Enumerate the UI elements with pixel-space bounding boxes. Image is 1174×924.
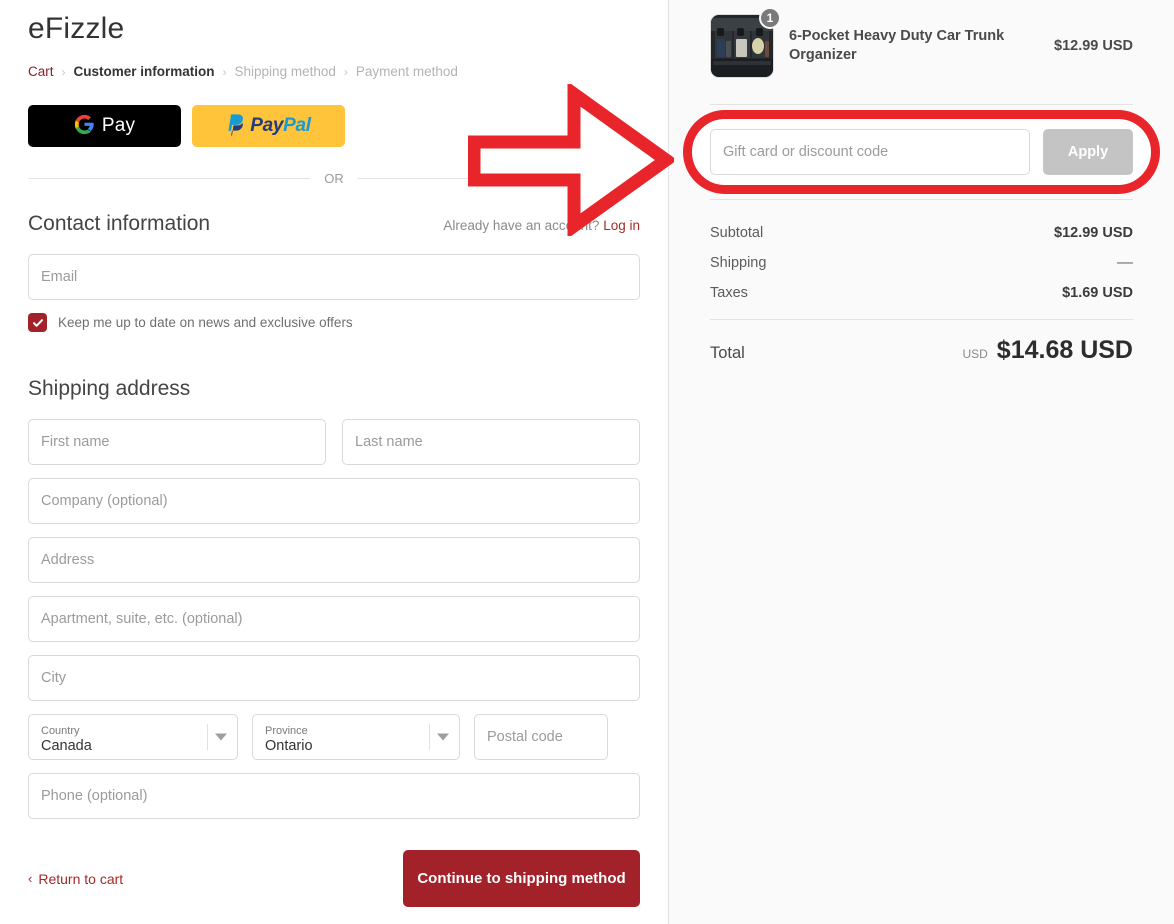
taxes-label: Taxes: [710, 285, 748, 301]
continue-to-shipping-button[interactable]: Continue to shipping method: [403, 850, 640, 907]
discount-row: Apply: [710, 129, 1133, 175]
breadcrumb-separator-icon: ›: [61, 64, 66, 79]
shipping-value: —: [1117, 254, 1133, 271]
shipping-label: Shipping: [710, 255, 767, 271]
postal-code-input[interactable]: [474, 714, 608, 760]
paypal-button[interactable]: PayPal: [192, 105, 345, 147]
email-input[interactable]: [28, 254, 640, 300]
breadcrumb-item-payment-method: Payment method: [355, 64, 458, 79]
address-input[interactable]: [28, 537, 640, 583]
select-divider: [429, 724, 430, 750]
city-row: [28, 655, 640, 701]
grand-total-label: Total: [710, 344, 745, 362]
country-province-postal-row: Country Canada Province Ontario: [28, 714, 640, 760]
last-name-input[interactable]: [342, 419, 640, 465]
grand-total-value: $14.68 USD: [996, 336, 1133, 364]
google-g-icon: [74, 114, 95, 138]
subtotal-label: Subtotal: [710, 225, 764, 241]
apartment-row: [28, 596, 640, 642]
product-title: 6-Pocket Heavy Duty Car Trunk Organizer: [789, 28, 1005, 63]
discount-code-input[interactable]: [710, 129, 1030, 175]
newsletter-checkbox-row[interactable]: Keep me up to date on news and exclusive…: [28, 313, 640, 332]
return-to-cart-link[interactable]: ‹ Return to cart: [28, 871, 123, 887]
grand-total-amount: USD $14.68 USD: [962, 336, 1133, 365]
grand-total-row: Total USD $14.68 USD: [710, 336, 1133, 365]
or-divider: OR: [28, 171, 640, 186]
summary-divider: [710, 104, 1133, 105]
shipping-address-title: Shipping address: [28, 377, 191, 400]
apartment-input[interactable]: [28, 596, 640, 642]
address-row: [28, 537, 640, 583]
paypal-pal-text: Pal: [283, 115, 311, 136]
breadcrumb-separator-icon: ›: [343, 64, 348, 79]
google-pay-button[interactable]: Pay: [28, 105, 181, 147]
country-select[interactable]: Country Canada: [28, 714, 238, 760]
country-select-value: Canada: [41, 737, 92, 754]
name-row: [28, 419, 640, 465]
divider-line-right: [357, 178, 640, 179]
divider-line-left: [28, 178, 311, 179]
totals-section: Subtotal $12.99 USD Shipping — Taxes $1.…: [710, 225, 1133, 365]
paypal-pay-text: Pay: [250, 115, 284, 136]
grand-total-currency: USD: [962, 347, 988, 361]
order-summary-panel: 1 6-Pocket Heavy Duty Car Trunk Organize…: [669, 0, 1174, 924]
breadcrumb-item-shipping-method: Shipping method: [234, 64, 336, 79]
contact-information-title: Contact information: [28, 212, 211, 235]
breadcrumb-separator-icon: ›: [222, 64, 227, 79]
breadcrumb-item-cart[interactable]: Cart: [28, 64, 54, 79]
newsletter-checkbox[interactable]: [28, 313, 47, 332]
country-select-label: Country: [41, 724, 80, 737]
chevron-down-icon: [215, 733, 227, 741]
contact-information-header: Contact information Already have an acco…: [28, 212, 640, 236]
total-line-shipping: Shipping —: [710, 254, 1133, 272]
breadcrumb: Cart › Customer information › Shipping m…: [28, 64, 640, 79]
express-checkout-buttons: Pay PayPal: [28, 105, 640, 147]
phone-input[interactable]: [28, 773, 640, 819]
checkout-page: eFizzle Cart › Customer information › Sh…: [0, 0, 1174, 924]
company-input[interactable]: [28, 478, 640, 524]
return-to-cart-label: Return to cart: [38, 870, 124, 887]
newsletter-label: Keep me up to date on news and exclusive…: [58, 315, 353, 330]
account-prompt-text: Already have an account?: [443, 218, 600, 233]
province-select-value: Ontario: [265, 737, 313, 754]
chevron-down-icon: [437, 733, 449, 741]
paypal-logo-icon: [226, 113, 245, 139]
province-select[interactable]: Province Ontario: [252, 714, 460, 760]
or-label: OR: [324, 171, 344, 186]
paypal-wordmark: PayPal: [250, 115, 311, 137]
discount-section: Apply: [710, 129, 1133, 175]
summary-divider-2: [710, 199, 1133, 200]
first-name-input[interactable]: [28, 419, 326, 465]
select-divider: [207, 724, 208, 750]
taxes-value: $1.69 USD: [1062, 285, 1133, 301]
breadcrumb-item-customer-information: Customer information: [73, 64, 215, 79]
product-price: $12.99 USD: [1054, 38, 1133, 54]
checkout-form-panel: eFizzle Cart › Customer information › Sh…: [0, 0, 669, 924]
form-actions: ‹ Return to cart Continue to shipping me…: [28, 850, 640, 907]
phone-row: [28, 773, 640, 819]
subtotal-value: $12.99 USD: [1054, 225, 1133, 241]
province-select-label: Province: [265, 724, 308, 737]
product-thumbnail-wrap: 1: [710, 7, 781, 78]
google-pay-label: Pay: [101, 115, 136, 136]
log-in-link[interactable]: Log in: [603, 218, 640, 233]
quantity-badge: 1: [759, 7, 781, 29]
apply-discount-button[interactable]: Apply: [1043, 129, 1133, 175]
totals-divider: [710, 319, 1133, 320]
city-input[interactable]: [28, 655, 640, 701]
total-line-subtotal: Subtotal $12.99 USD: [710, 225, 1133, 241]
chevron-left-icon: ‹: [28, 871, 33, 886]
total-line-taxes: Taxes $1.69 USD: [710, 285, 1133, 301]
store-logo[interactable]: eFizzle: [28, 0, 640, 46]
order-line-item: 1 6-Pocket Heavy Duty Car Trunk Organize…: [710, 7, 1133, 78]
company-row: [28, 478, 640, 524]
account-prompt: Already have an account? Log in: [443, 218, 640, 233]
